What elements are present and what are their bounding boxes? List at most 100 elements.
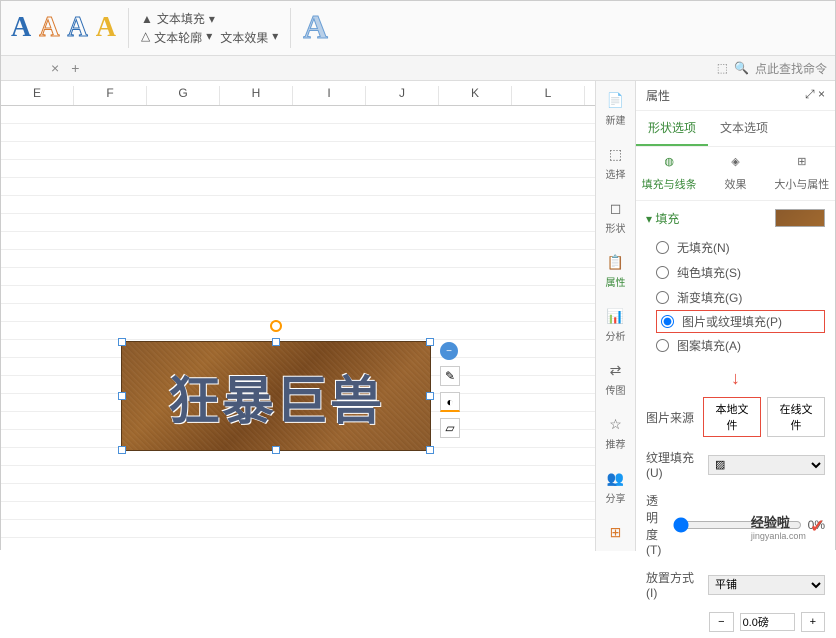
radio-input[interactable] bbox=[661, 315, 674, 328]
wordart-style-2[interactable]: A bbox=[39, 12, 59, 44]
radio-no-fill[interactable]: 无填充(N) bbox=[656, 235, 825, 260]
resize-handle[interactable] bbox=[426, 338, 434, 346]
text-outline-button[interactable]: △ 文本轮廓 ▾ bbox=[141, 29, 212, 46]
tab-text-options[interactable]: 文本选项 bbox=[708, 111, 780, 146]
wordart-style-1[interactable]: A bbox=[11, 12, 31, 44]
subtab-fill-line[interactable]: ◍ 填充与线条 bbox=[636, 155, 702, 192]
spreadsheet[interactable]: E F G H I J K L 狂暴巨兽 bbox=[1, 81, 595, 551]
placement-select[interactable]: 平铺 bbox=[708, 575, 825, 595]
radio-input[interactable] bbox=[656, 291, 669, 304]
subtab-label: 大小与属性 bbox=[774, 179, 829, 191]
col-header[interactable]: I bbox=[293, 86, 366, 105]
col-header[interactable]: H bbox=[220, 86, 293, 105]
properties-panel: 属性 ⤢ × 形状选项 文本选项 ◍填充与线条 ◈效果 ⊞大小与属性 ▾ 填充 … bbox=[635, 81, 835, 551]
col-header[interactable]: F bbox=[74, 86, 147, 105]
col-header[interactable]: J bbox=[366, 86, 439, 105]
resize-handle[interactable] bbox=[118, 338, 126, 346]
increase-button[interactable]: + bbox=[801, 612, 825, 632]
radio-pattern-fill[interactable]: 图案填充(A) bbox=[656, 333, 825, 358]
form-label: 透明度(T) bbox=[646, 492, 667, 557]
tab-shape-options[interactable]: 形状选项 bbox=[636, 111, 708, 146]
local-file-button[interactable]: 本地文件 bbox=[703, 397, 761, 437]
resize-handle[interactable] bbox=[426, 392, 434, 400]
divider bbox=[128, 8, 129, 48]
vbar-props[interactable]: 📋 属性 bbox=[606, 253, 626, 289]
panel-expand-icon[interactable]: ⤢ × bbox=[805, 87, 825, 104]
settings-icon[interactable]: ⬚ bbox=[717, 61, 728, 75]
vbar-label: 选择 bbox=[606, 166, 626, 181]
col-header[interactable]: E bbox=[1, 86, 74, 105]
size-input[interactable] bbox=[740, 613, 795, 631]
wordart-style-3[interactable]: A bbox=[67, 12, 87, 44]
crop-icon[interactable]: ▱ bbox=[440, 418, 460, 438]
dropdown-icon: ▾ bbox=[206, 29, 212, 46]
add-tab-icon[interactable]: + bbox=[71, 60, 79, 76]
paint-icon: ◍ bbox=[660, 155, 678, 173]
vbar-label: 传图 bbox=[606, 382, 626, 397]
search-placeholder[interactable]: 点此查找命令 bbox=[755, 60, 827, 77]
resize-handle[interactable] bbox=[272, 446, 280, 454]
vbar-select[interactable]: ⬚选择 bbox=[606, 145, 626, 181]
radio-gradient-fill[interactable]: 渐变填充(G) bbox=[656, 285, 825, 310]
vbar-more[interactable]: ⊞ bbox=[607, 523, 625, 541]
vbar-shape[interactable]: ◻形状 bbox=[606, 199, 626, 235]
wordart-preview-icon[interactable]: A bbox=[303, 9, 328, 47]
radio-label: 无填充(N) bbox=[677, 239, 730, 256]
col-header[interactable]: K bbox=[439, 86, 512, 105]
subtab-label: 效果 bbox=[724, 179, 746, 191]
file-icon: 📄 bbox=[607, 91, 625, 109]
subtab-size[interactable]: ⊞大小与属性 bbox=[769, 155, 835, 192]
more-icon: ⊞ bbox=[607, 523, 625, 541]
divider bbox=[290, 8, 291, 48]
wordart-text[interactable]: 狂暴巨兽 bbox=[168, 359, 384, 434]
text-effect-button[interactable]: 文本效果 ▾ bbox=[220, 29, 278, 46]
vbar-label: 属性 bbox=[606, 274, 626, 289]
ribbon: A A A A ▲ 文本填充 ▾ △ 文本轮廓 ▾ 文本效果 ▾ A bbox=[1, 1, 835, 56]
subtab-label: 填充与线条 bbox=[642, 179, 697, 191]
radio-input[interactable] bbox=[656, 266, 669, 279]
search-icon[interactable]: 🔍 bbox=[734, 61, 749, 75]
vbar-share[interactable]: 👥分享 bbox=[606, 469, 626, 505]
form-label: 放置方式(I) bbox=[646, 569, 702, 600]
column-headers: E F G H I J K L bbox=[1, 86, 595, 106]
fill-swatch[interactable] bbox=[775, 209, 825, 227]
radio-label: 纯色填充(S) bbox=[677, 264, 741, 281]
resize-handle[interactable] bbox=[426, 446, 434, 454]
resize-handle[interactable] bbox=[118, 446, 126, 454]
wordart-styles[interactable]: A A A A bbox=[11, 12, 116, 44]
shape-icon: ◻ bbox=[607, 199, 625, 217]
vbar-new[interactable]: 📄新建 bbox=[606, 91, 626, 127]
col-header[interactable]: G bbox=[147, 86, 220, 105]
style-icon[interactable]: ◐ bbox=[440, 392, 460, 412]
text-fill-button[interactable]: ▲ 文本填充 ▾ bbox=[141, 10, 278, 27]
resize-handle[interactable] bbox=[118, 392, 126, 400]
subtab-effect[interactable]: ◈效果 bbox=[702, 155, 768, 192]
close-tab-icon[interactable]: × bbox=[51, 60, 59, 76]
dropdown-icon: ▾ bbox=[272, 29, 278, 46]
radio-solid-fill[interactable]: 纯色填充(S) bbox=[656, 260, 825, 285]
radio-input[interactable] bbox=[656, 339, 669, 352]
radio-picture-fill[interactable]: 图片或纹理填充(P) bbox=[656, 310, 825, 333]
vbar-transfer[interactable]: ⇄传图 bbox=[606, 361, 626, 397]
grid-rows[interactable] bbox=[1, 106, 595, 538]
rotate-handle[interactable] bbox=[270, 320, 282, 332]
image-source-row: 图片来源 本地文件 在线文件 bbox=[636, 391, 835, 443]
edit-icon[interactable]: ✎ bbox=[440, 366, 460, 386]
star-icon: ☆ bbox=[607, 415, 625, 433]
minus-icon[interactable]: − bbox=[440, 342, 458, 360]
resize-handle[interactable] bbox=[272, 338, 280, 346]
col-header[interactable]: L bbox=[512, 86, 585, 105]
text-outline-label: 文本轮廓 bbox=[154, 29, 202, 46]
texture-select[interactable]: ▨ bbox=[708, 455, 825, 475]
tab-bar: × + ⬚ 🔍 点此查找命令 bbox=[1, 56, 835, 81]
online-file-button[interactable]: 在线文件 bbox=[767, 397, 825, 437]
fill-section-header[interactable]: ▾ 填充 bbox=[636, 201, 835, 235]
wordart-object[interactable]: 狂暴巨兽 − ✎ ◐ ▱ bbox=[121, 341, 431, 451]
wordart-style-4[interactable]: A bbox=[96, 12, 116, 44]
panel-title: 属性 bbox=[646, 87, 670, 104]
decrease-button[interactable]: − bbox=[709, 612, 733, 632]
radio-input[interactable] bbox=[656, 241, 669, 254]
vbar-recommend[interactable]: ☆推荐 bbox=[606, 415, 626, 451]
props-icon: 📋 bbox=[607, 253, 625, 271]
vbar-analyze[interactable]: 📊分析 bbox=[606, 307, 626, 343]
